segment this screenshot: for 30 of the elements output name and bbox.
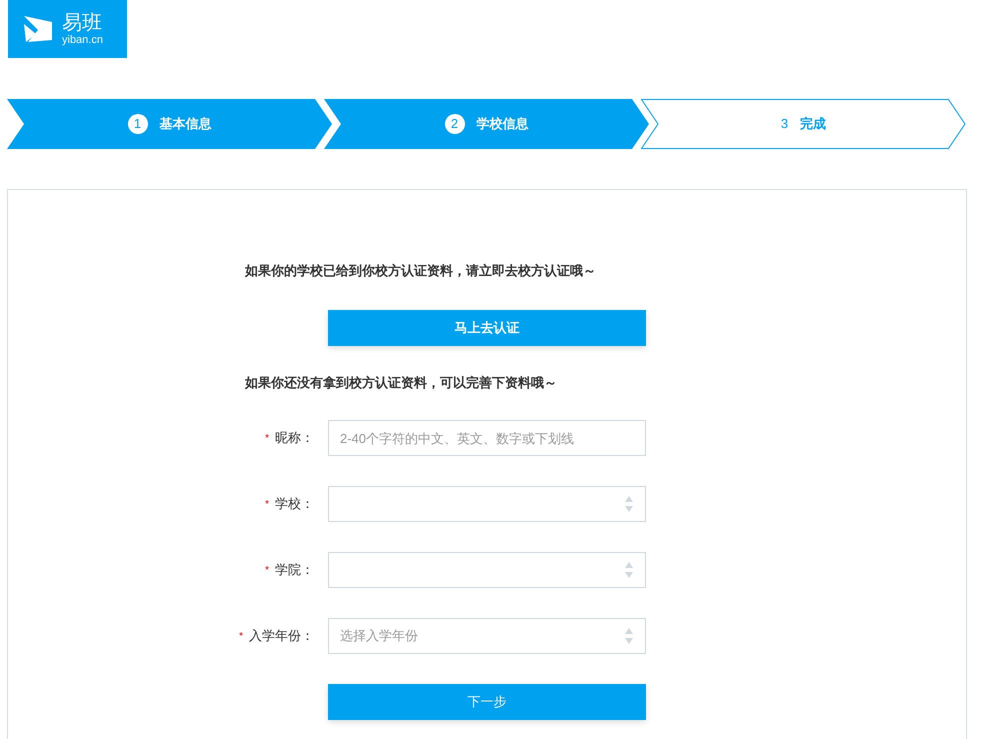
next-button[interactable]: 下一步 [328, 684, 646, 720]
verify-button[interactable]: 马上去认证 [328, 310, 646, 346]
sort-icon [624, 627, 634, 645]
logo-domain: yiban.cn [62, 34, 103, 46]
logo-name: 易班 [62, 12, 103, 32]
nickname-field[interactable]: 2-40个字符的中文、英文、数字或下划线 [328, 420, 646, 456]
field-label: 昵称： [275, 429, 314, 448]
select-field[interactable]: 选择入学年份 [328, 618, 646, 654]
step-tab[interactable]: 2 学校信息 [324, 99, 649, 149]
field-label: 学院： [275, 561, 314, 580]
sort-icon [624, 561, 634, 579]
alt-intro-text: 如果你还没有拿到校方认证资料，可以完善下资料哦～ [245, 374, 558, 392]
sort-icon [624, 495, 634, 513]
step-label: 基本信息 [160, 115, 212, 134]
select-placeholder: 选择入学年份 [340, 627, 418, 646]
select-field[interactable] [328, 486, 646, 522]
step-label: 学校信息 [476, 115, 528, 134]
field-label: 入学年份： [249, 627, 314, 646]
field-label: 学校： [275, 495, 314, 514]
required-mark: * [265, 432, 269, 446]
logo[interactable]: 易班 yiban.cn [8, 0, 127, 58]
step-tab[interactable]: 3 完成 [641, 99, 966, 149]
required-mark: * [239, 630, 243, 644]
step-tab[interactable]: 1 基本信息 [7, 99, 332, 149]
select-field[interactable] [328, 552, 646, 588]
step-number: 3 [780, 115, 788, 134]
intro-text: 如果你的学校已给到你校方认证资料，请立即去校方认证哦～ [245, 262, 597, 280]
required-mark: * [265, 498, 269, 512]
step-label: 完成 [800, 115, 826, 134]
required-mark: * [265, 564, 269, 578]
